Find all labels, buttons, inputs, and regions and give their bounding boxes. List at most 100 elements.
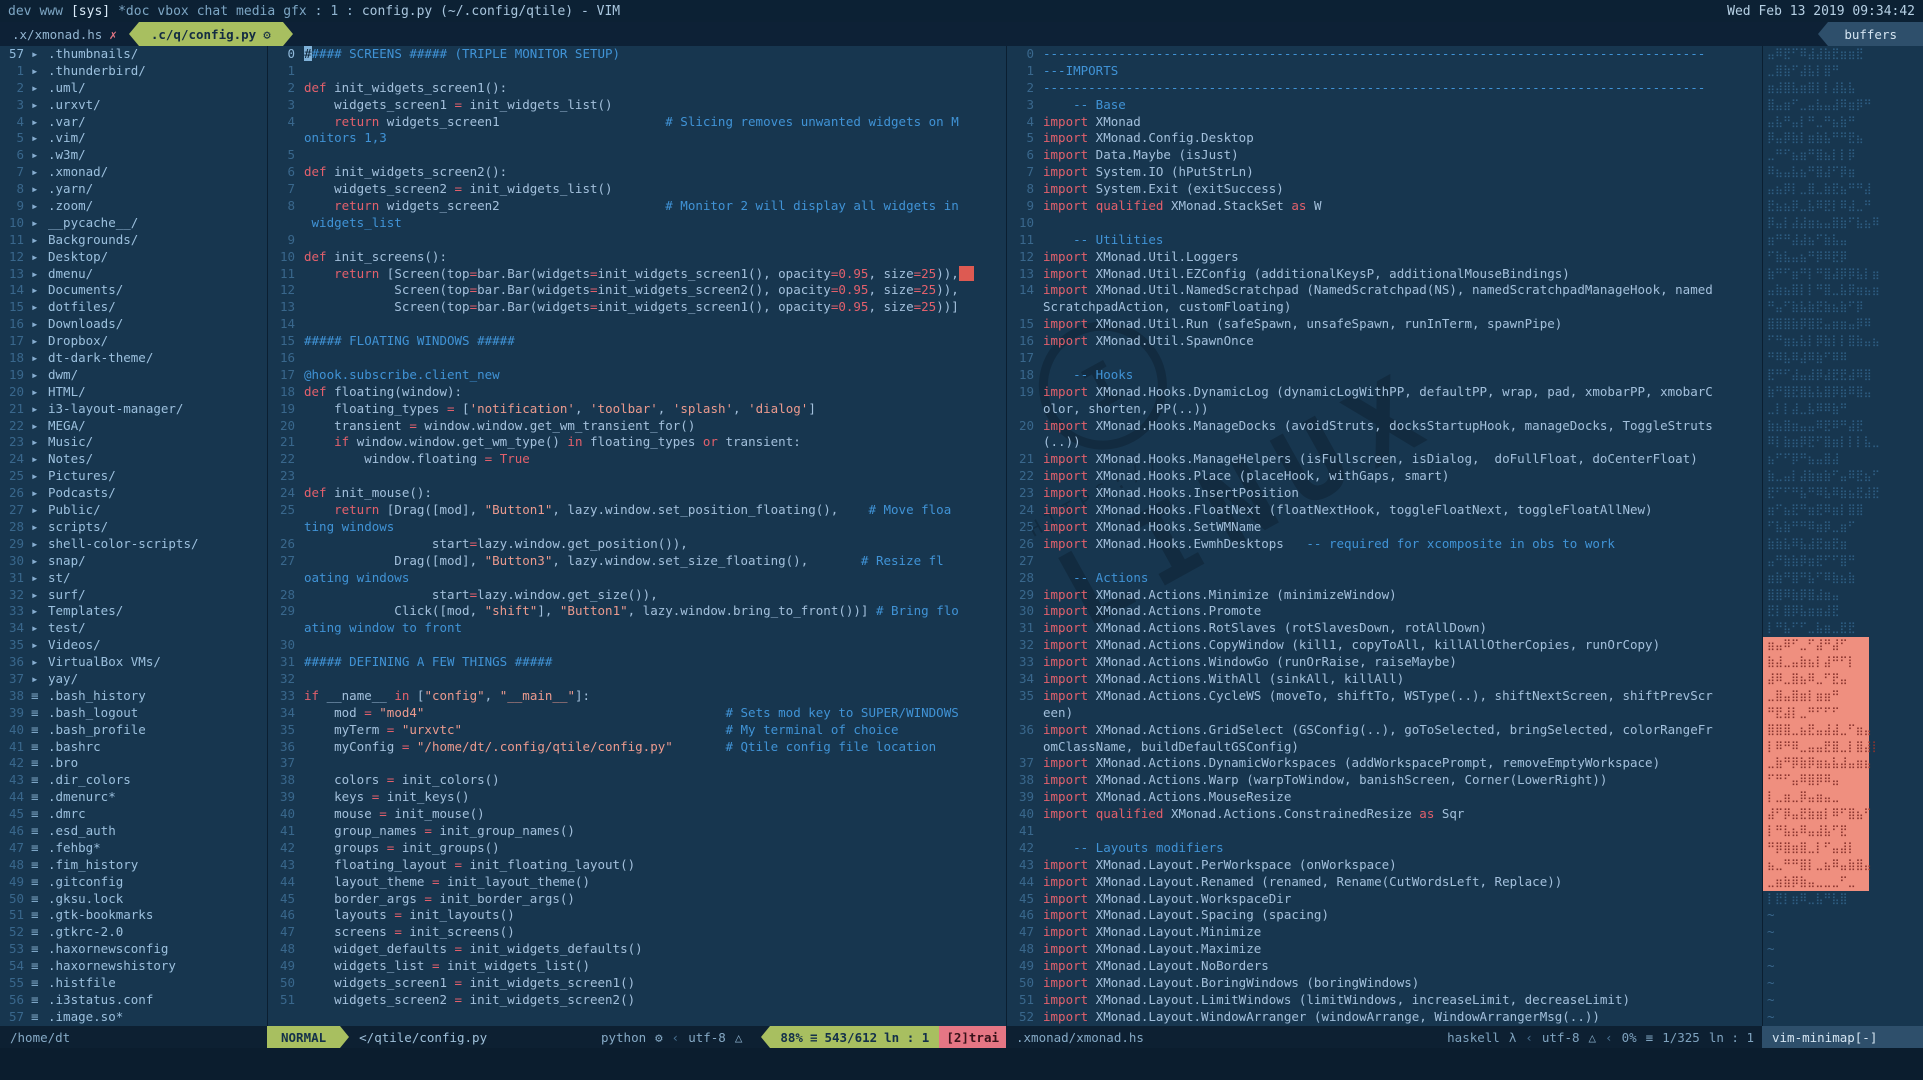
tree-item[interactable]: 13▸dmenu/ — [0, 266, 267, 283]
tree-item[interactable]: 31▸st/ — [0, 570, 267, 587]
tree-item[interactable]: 25▸Pictures/ — [0, 468, 267, 485]
line-number: 20 — [0, 384, 31, 401]
tree-item[interactable]: 43≡.dir_colors — [0, 772, 267, 789]
line-number: 27 — [1007, 553, 1043, 570]
tree-item[interactable]: 46≡.esd_auth — [0, 823, 267, 840]
tree-item[interactable]: 45≡.dmrc — [0, 806, 267, 823]
tree-item[interactable]: 52≡.gtkrc-2.0 — [0, 924, 267, 941]
workspace-dev[interactable]: dev — [8, 4, 31, 19]
tree-item[interactable]: 19▸dwm/ — [0, 367, 267, 384]
tree-item[interactable]: 22▸MEGA/ — [0, 418, 267, 435]
tree-item-label: .gtk-bookmarks — [48, 907, 153, 924]
tree-item[interactable]: 51≡.gtk-bookmarks — [0, 907, 267, 924]
workspace-www[interactable]: www — [39, 4, 62, 19]
tab-config-py[interactable]: .c/q/config.py ⚙ — [139, 22, 283, 46]
tree-item[interactable]: 57≡.image.so* — [0, 1009, 267, 1026]
tree-item[interactable]: 24▸Notes/ — [0, 451, 267, 468]
tree-item[interactable]: 23▸Music/ — [0, 434, 267, 451]
workspace-vbox[interactable]: vbox — [157, 4, 188, 19]
minimap-viewport: ⠛⡿⣿⣶⣿⣀⡇⠋⣤⣼⡇ — [1763, 840, 1923, 857]
tree-item[interactable]: 8▸.yarn/ — [0, 181, 267, 198]
tree-item-label: Podcasts/ — [48, 485, 116, 502]
code-line: 2def init_widgets_screen1(): — [268, 80, 1006, 97]
tree-item[interactable]: 18▸dt-dark-theme/ — [0, 350, 267, 367]
line-number: 5 — [0, 130, 31, 147]
line-number: 21 — [0, 401, 31, 418]
tree-item[interactable]: 2▸.uml/ — [0, 80, 267, 97]
tree-item[interactable]: 15▸dotfiles/ — [0, 299, 267, 316]
tree-item[interactable]: 32▸surf/ — [0, 587, 267, 604]
tree-item[interactable]: 26▸Podcasts/ — [0, 485, 267, 502]
workspace-gfx[interactable]: gfx — [283, 4, 306, 19]
workspace-media[interactable]: media — [236, 4, 275, 19]
line-number: 36 — [268, 739, 304, 756]
line-number: 41 — [268, 823, 304, 840]
tree-item[interactable]: 48≡.fim_history — [0, 857, 267, 874]
tree-item[interactable]: 50≡.gksu.lock — [0, 891, 267, 908]
tree-item[interactable]: 7▸.xmonad/ — [0, 164, 267, 181]
config-py-pane[interactable]: 0##### SCREENS ##### (TRIPLE MONITOR SET… — [267, 46, 1006, 1026]
command-line[interactable] — [0, 1048, 1923, 1080]
code-line: 37import XMonad.Actions.DynamicWorkspace… — [1007, 755, 1762, 772]
tree-item[interactable]: 30▸snap/ — [0, 553, 267, 570]
tree-item[interactable]: 36▸VirtualBox VMs/ — [0, 654, 267, 671]
tree-item[interactable]: 47≡.fehbg* — [0, 840, 267, 857]
tree-item[interactable]: 40≡.bash_profile — [0, 722, 267, 739]
line-number: 26 — [1007, 536, 1043, 553]
tree-item[interactable]: 42≡.bro — [0, 755, 267, 772]
tree-item[interactable]: 28▸scripts/ — [0, 519, 267, 536]
tree-item[interactable]: 38≡.bash_history — [0, 688, 267, 705]
tab-xmonad-hs[interactable]: .x/xmonad.hs ✗ — [0, 22, 129, 46]
tree-item[interactable]: 41≡.bashrc — [0, 739, 267, 756]
minimap[interactable]: ⣤⠿⣟⠋⠿⣼⣼⣷⣟⣶⣶⣟⣀⣿⣷⠋⣼⣧⡇⣿⠛⣶⣼⣿⣧⣶⣿⡇⡇⣼⣧⣧⣿⣤⣶⠋⣀⣤⣧⣤… — [1762, 46, 1923, 1026]
file-icon: ≡ — [31, 840, 48, 857]
line-number: 3 — [268, 97, 304, 114]
tree-item[interactable]: 16▸Downloads/ — [0, 316, 267, 333]
line-number: 42 — [1007, 840, 1043, 857]
tree-item[interactable]: 34▸test/ — [0, 620, 267, 637]
line-number: 31 — [0, 570, 31, 587]
tree-item[interactable]: 9▸.zoom/ — [0, 198, 267, 215]
tree-item[interactable]: 29▸shell-color-scripts/ — [0, 536, 267, 553]
tree-item[interactable]: 11▸Backgrounds/ — [0, 232, 267, 249]
code-line: 9 — [268, 232, 1006, 249]
workspace-sys[interactable]: [sys] — [71, 4, 110, 19]
line-number: 21 — [268, 434, 304, 451]
tree-item[interactable]: 17▸Dropbox/ — [0, 333, 267, 350]
tree-item[interactable]: 49≡.gitconfig — [0, 874, 267, 891]
tree-item[interactable]: 39≡.bash_logout — [0, 705, 267, 722]
tree-item[interactable]: 12▸Desktop/ — [0, 249, 267, 266]
tree-item[interactable]: 21▸i3-layout-manager/ — [0, 401, 267, 418]
line-number: 57 — [0, 1009, 31, 1026]
tree-item[interactable]: 53≡.haxornewsconfig — [0, 941, 267, 958]
code-line: 42 -- Layouts modifiers — [1007, 840, 1762, 857]
tree-item[interactable]: 20▸HTML/ — [0, 384, 267, 401]
tree-item[interactable]: 10▸__pycache__/ — [0, 215, 267, 232]
file-tree[interactable]: 57▸.thumbnails/1▸.thunderbird/2▸.uml/3▸.… — [0, 46, 267, 1026]
workspace-chat[interactable]: chat — [197, 4, 228, 19]
tree-item[interactable]: 54≡.haxornewshistory — [0, 958, 267, 975]
xmonad-hs-pane[interactable]: 0---------------------------------------… — [1006, 46, 1762, 1026]
tree-item[interactable]: 37▸yay/ — [0, 671, 267, 688]
tree-item[interactable]: 27▸Public/ — [0, 502, 267, 519]
tree-item[interactable]: 1▸.thunderbird/ — [0, 63, 267, 80]
line-number: 20 — [1007, 418, 1043, 435]
tree-item[interactable]: 44≡.dmenurc* — [0, 789, 267, 806]
close-icon[interactable]: ✗ — [109, 27, 117, 42]
tree-item[interactable]: 35▸Videos/ — [0, 637, 267, 654]
tree-item[interactable]: 6▸.w3m/ — [0, 147, 267, 164]
tree-item[interactable]: 14▸Documents/ — [0, 282, 267, 299]
minimap-line: ⠿⣦⣤⣧⣦⠛⣿⣼⠋⡿⣶ — [1763, 164, 1923, 181]
code-line: 5import XMonad.Config.Desktop — [1007, 130, 1762, 147]
tree-item[interactable]: 4▸.var/ — [0, 114, 267, 131]
tree-item[interactable]: 5▸.vim/ — [0, 130, 267, 147]
tree-item[interactable]: 33▸Templates/ — [0, 603, 267, 620]
workspace-doc[interactable]: *doc — [118, 4, 149, 19]
tree-item-label: .dir_colors — [48, 772, 131, 789]
tree-item[interactable]: 3▸.urxvt/ — [0, 97, 267, 114]
tree-item[interactable]: 56≡.i3status.conf — [0, 992, 267, 1009]
line-number: 48 — [1007, 941, 1043, 958]
folder-icon: ▸ — [31, 232, 48, 249]
tree-item[interactable]: 55≡.histfile — [0, 975, 267, 992]
tree-item[interactable]: 57▸.thumbnails/ — [0, 46, 267, 63]
